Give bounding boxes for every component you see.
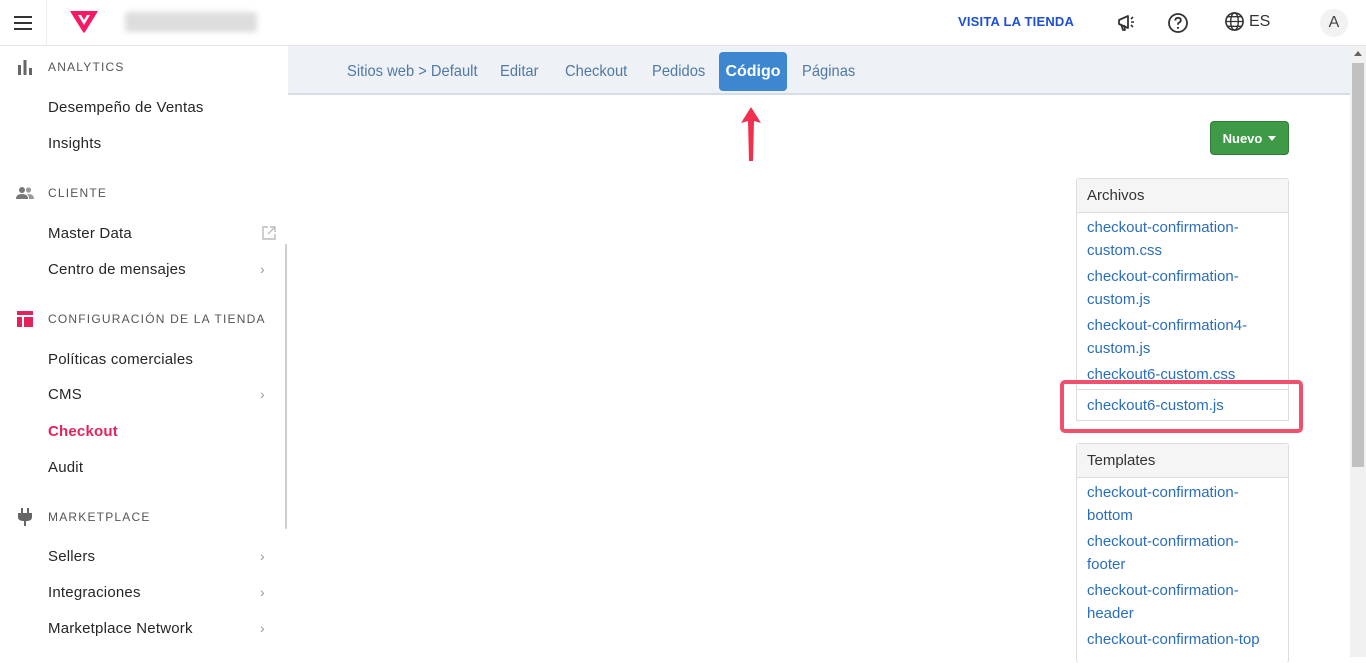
chevron-right-icon: › [260,386,265,402]
store-layout-icon [16,310,34,328]
templates-panel-title: Templates [1077,444,1288,478]
sidebar-item-label: CMS [48,385,82,403]
sidebar-item-audit[interactable]: Audit [0,452,287,482]
sidebar-item-label: Sellers [48,547,96,565]
sidebar-item-label: Audit [48,458,84,476]
file-link-checkout-confirmation-custom-js[interactable]: checkout-confirmation-custom.js [1077,265,1288,311]
visit-store-link[interactable]: VISITA LA TIENDA [958,14,1074,29]
section-title: CONFIGURACIÓN DE LA TIENDA [48,312,266,326]
tab-codigo[interactable]: Código [719,52,787,91]
sidebar-item-label: Marketplace Network [48,619,193,637]
language-selector[interactable]: ES [1224,11,1270,32]
account-name[interactable]: cristopherhe [125,12,257,32]
new-button-label: Nuevo [1222,130,1263,146]
tab-pedidos[interactable]: Pedidos [641,52,716,91]
external-link-icon [262,226,276,240]
sidebar-item-sellers[interactable]: Sellers › [0,541,287,571]
sidebar-item-label: Insights [48,134,102,152]
highlight-box [1060,380,1303,433]
tab-paginas[interactable]: Páginas [791,52,866,91]
sidebar-item-label: Centro de mensajes [48,260,186,278]
users-icon [16,184,34,202]
sidebar-section-cliente: CLIENTE [0,181,287,205]
help-icon [1168,13,1188,33]
sidebar-item-checkout[interactable]: Checkout [0,416,287,446]
announcements-button[interactable] [1114,11,1138,35]
sidebar-item-master-data[interactable]: Master Data [0,218,287,248]
template-link-line: checkout-confirmation- [1087,533,1239,550]
tab-editar[interactable]: Editar [489,52,550,91]
page-scrollbar[interactable] [1350,46,1366,657]
sidebar-item-label: Desempeño de Ventas [48,98,204,116]
bar-chart-icon [16,58,34,76]
user-avatar[interactable]: A [1320,9,1348,37]
template-link-line: footer [1087,556,1126,573]
sidebar: ANALYTICS Desempeño de Ventas Insights C… [0,46,287,657]
sidebar-item-marketplace-network[interactable]: Marketplace Network › [0,613,287,643]
sidebar-scrollbar[interactable] [285,244,287,529]
globe-icon [1225,12,1244,31]
sidebar-item-desempeno-ventas[interactable]: Desempeño de Ventas [0,92,287,122]
file-link-line: custom.css [1087,242,1163,259]
megaphone-icon [1118,15,1134,31]
tab-sitios-web-default[interactable]: Sitios web > Default [336,52,489,91]
chevron-right-icon: › [260,261,265,277]
sidebar-item-politicas-comerciales[interactable]: Políticas comerciales [0,344,287,374]
template-link-line: bottom [1087,507,1133,524]
language-label: ES [1249,12,1271,30]
top-bar: cristopherhe VISITA LA TIENDA ES A [0,0,1366,46]
sidebar-item-insights[interactable]: Insights [0,128,287,158]
caret-down-icon [1268,135,1277,141]
chevron-right-icon: › [260,620,265,636]
plug-icon [16,508,34,526]
scrollbar-thumb[interactable] [1352,63,1364,467]
hamburger-menu-button[interactable] [0,0,47,46]
vtex-logo-icon[interactable] [70,10,98,34]
file-link-line: custom.js [1087,340,1151,357]
file-link-line: checkout-confirmation4- [1087,317,1248,334]
help-button[interactable] [1166,11,1190,35]
templates-panel: Templates checkout-confirmation-bottom c… [1076,443,1289,663]
file-link-line: custom.js [1087,291,1151,308]
template-link-checkout-confirmation-header[interactable]: checkout-confirmation-header [1077,579,1288,625]
sidebar-item-label: Checkout [48,422,118,440]
sidebar-item-label: Master Data [48,224,132,242]
files-panel-title: Archivos [1077,179,1288,213]
template-link-line: checkout-confirmation- [1087,582,1239,599]
file-link-line: checkout-confirmation- [1087,219,1239,236]
file-link-line: checkout-confirmation- [1087,268,1239,285]
sidebar-item-label: Políticas comerciales [48,350,194,368]
tabs-bar: Sitios web > Default Editar Checkout Ped… [288,46,1350,95]
template-link-checkout-confirmation-bottom[interactable]: checkout-confirmation-bottom [1077,481,1288,527]
hamburger-icon [14,15,32,30]
chevron-right-icon: › [260,584,265,600]
sidebar-section-configuracion: CONFIGURACIÓN DE LA TIENDA [0,307,287,331]
template-link-checkout-confirmation-footer[interactable]: checkout-confirmation-footer [1077,530,1288,576]
chevron-right-icon: › [260,548,265,564]
annotation-arrow-icon [741,107,761,161]
sidebar-item-integraciones[interactable]: Integraciones › [0,577,287,607]
template-link-line: header [1087,605,1134,622]
sidebar-item-cms[interactable]: CMS › [0,379,287,409]
file-link-checkout-confirmation-custom-css[interactable]: checkout-confirmation-custom.css [1077,216,1288,262]
section-title: ANALYTICS [48,60,125,74]
new-button[interactable]: Nuevo [1210,121,1289,155]
scroll-up-arrow-icon[interactable] [1354,51,1362,56]
main-content: Sitios web > Default Editar Checkout Ped… [288,46,1350,663]
template-link-checkout-confirmation-top[interactable]: checkout-confirmation-top [1077,628,1288,651]
template-link-line: checkout-confirmation- [1087,484,1239,501]
sidebar-section-marketplace: MARKETPLACE [0,505,287,529]
file-link-checkout-confirmation4-custom-js[interactable]: checkout-confirmation4- custom.js [1077,314,1288,360]
sidebar-section-analytics: ANALYTICS [0,55,287,79]
sidebar-item-centro-mensajes[interactable]: Centro de mensajes › [0,254,287,284]
sidebar-item-label: Integraciones [48,583,141,601]
section-title: MARKETPLACE [48,510,151,524]
tab-checkout[interactable]: Checkout [554,52,638,91]
section-title: CLIENTE [48,186,108,200]
